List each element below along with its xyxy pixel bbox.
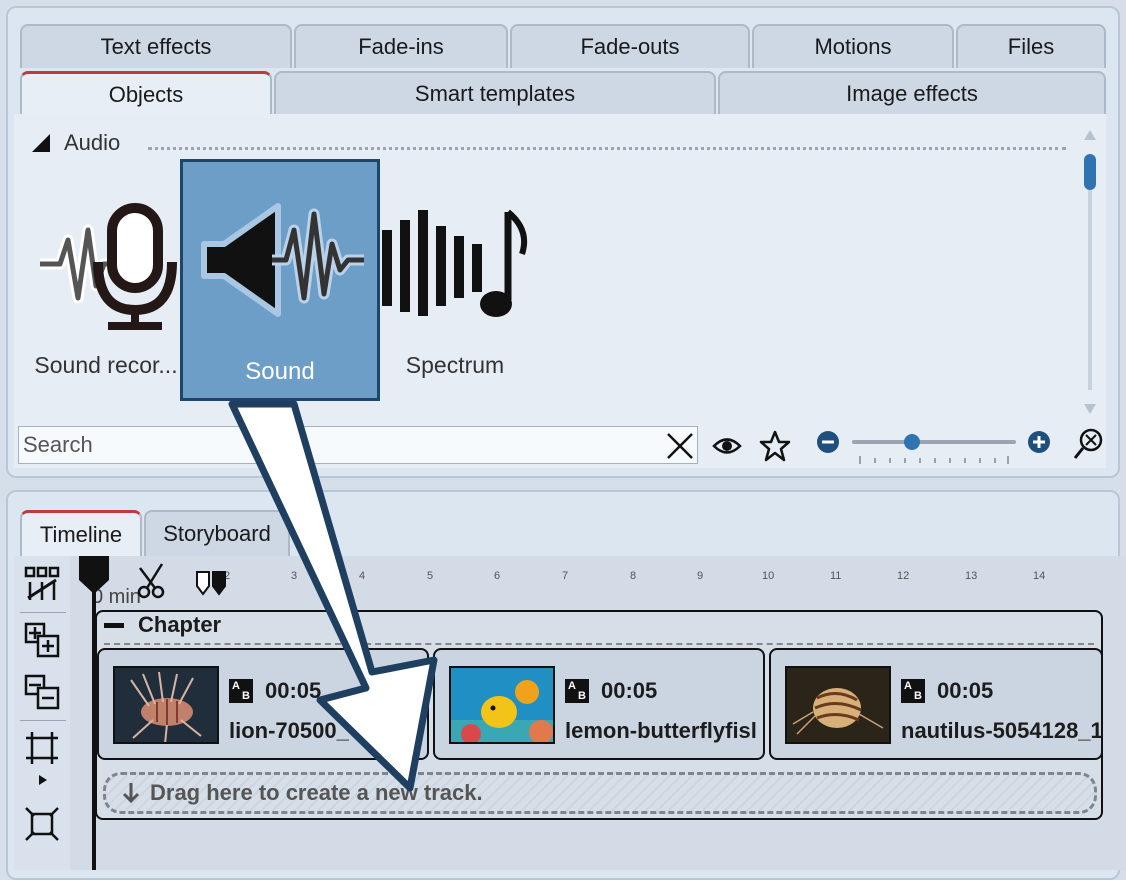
- zoom-in-icon[interactable]: [1027, 430, 1051, 454]
- tab-smart-templates[interactable]: Smart templates: [274, 71, 716, 115]
- tab-text-effects[interactable]: Text effects: [20, 24, 292, 68]
- time-ruler[interactable]: 2 3 4 5 6 7 8 9 10 11 12 13 14 0 min: [70, 556, 1126, 608]
- microphone-wave-icon: [40, 203, 177, 330]
- clip-thumbnail: [449, 666, 555, 744]
- clip-name: nautilus-5054128_1: [901, 718, 1103, 743]
- clip-name: lion-70500_: [229, 718, 349, 743]
- speaker-wave-icon: [201, 203, 364, 317]
- ruler-tick-label: 7: [562, 570, 569, 582]
- tab-fade-ins[interactable]: Fade-ins: [294, 24, 508, 68]
- tab-timeline[interactable]: Timeline: [20, 510, 142, 556]
- text-ab-icon: AB: [901, 679, 925, 703]
- clip-duration-text: 00:05: [265, 678, 322, 703]
- tab-storyboard[interactable]: Storyboard: [144, 510, 290, 556]
- crop-frame-icon[interactable]: [24, 730, 60, 766]
- clip-thumbnail: [113, 666, 219, 744]
- section-audio-header[interactable]: Audio: [32, 130, 120, 156]
- ruler-tick-label: 14: [1033, 570, 1046, 582]
- object-label: Sound: [245, 358, 315, 385]
- clip-duration: AB 00:05: [229, 678, 321, 704]
- ruler-tick-label: 8: [630, 570, 637, 582]
- chapter-divider: [104, 643, 1094, 645]
- fit-frame-icon[interactable]: [24, 806, 60, 842]
- clip-item[interactable]: AB 00:05 nautilus-5054128_1: [769, 648, 1103, 760]
- clip-item[interactable]: AB 00:05 lemon-butterflyfisl: [433, 648, 765, 760]
- text-ab-icon: AB: [229, 679, 253, 703]
- clip-item[interactable]: AB 00:05 lion-70500_: [97, 648, 429, 760]
- tab-motions[interactable]: Motions: [752, 24, 954, 68]
- clip-name: lemon-butterflyfisl: [565, 718, 757, 743]
- spectrum-icon: [382, 209, 528, 317]
- ruler-tick-label: 11: [830, 570, 842, 582]
- clip-duration-text: 00:05: [937, 678, 994, 703]
- ruler-tick-label: 4: [359, 570, 366, 582]
- ruler-tick-label: 13: [965, 570, 978, 582]
- chapter-title: Chapter: [138, 612, 222, 637]
- playhead-handle-icon[interactable]: [77, 556, 111, 596]
- star-icon[interactable]: [759, 430, 791, 462]
- search-input[interactable]: Search: [18, 426, 698, 464]
- toolbar-divider: [20, 720, 66, 721]
- clip-duration: AB 00:05: [565, 678, 657, 704]
- clip-thumbnail: [785, 666, 891, 744]
- text-ab-icon: AB: [565, 679, 589, 703]
- zoom-slider-thumb[interactable]: [904, 434, 920, 450]
- remove-track-icon[interactable]: [24, 674, 60, 710]
- marker-icon[interactable]: [195, 570, 227, 598]
- zoom-slider-track: [852, 440, 1016, 444]
- object-label: Sound recor...: [34, 352, 178, 378]
- ruler-tick-label: 6: [494, 570, 501, 582]
- new-track-drop-zone[interactable]: Drag here to create a new track.: [103, 772, 1097, 814]
- collapse-triangle-icon[interactable]: [32, 134, 50, 152]
- tab-fade-outs[interactable]: Fade-outs: [510, 24, 750, 68]
- tab-image-effects[interactable]: Image effects: [718, 71, 1106, 115]
- tab-objects[interactable]: Objects: [20, 71, 272, 115]
- add-track-icon[interactable]: [24, 622, 60, 658]
- zoom-out-icon[interactable]: [816, 430, 840, 454]
- eye-icon[interactable]: [712, 435, 742, 457]
- zoom-slider-ticks: [859, 456, 1009, 464]
- clip-duration-text: 00:05: [601, 678, 658, 703]
- zoom-slider[interactable]: [852, 430, 1016, 466]
- object-sound-recording[interactable]: Sound recor...: [28, 200, 184, 380]
- zoom-fit-icon[interactable]: [1073, 428, 1103, 460]
- ruler-tick-label: 10: [762, 570, 775, 582]
- ruler-tick-label: 5: [427, 570, 434, 582]
- section-title: Audio: [64, 130, 121, 155]
- expand-arrow-icon[interactable]: [38, 774, 48, 786]
- clip-duration: AB 00:05: [901, 678, 993, 704]
- object-spectrum[interactable]: Spectrum: [380, 200, 530, 380]
- clear-search-icon[interactable]: [665, 431, 695, 461]
- section-divider: [148, 147, 1066, 150]
- drop-zone-text: Drag here to create a new track.: [150, 780, 483, 805]
- scissors-icon[interactable]: [136, 562, 168, 600]
- ruler-tick-label: 9: [697, 570, 704, 582]
- collapse-minus-icon[interactable]: [104, 622, 124, 628]
- objects-scrollbar[interactable]: [1082, 128, 1098, 414]
- object-label: Spectrum: [405, 352, 505, 378]
- split-tracks-icon[interactable]: [24, 566, 60, 602]
- chapter-header[interactable]: Chapter: [104, 612, 221, 638]
- ruler-tick-label: 3: [291, 570, 298, 582]
- object-sound[interactable]: Sound: [182, 200, 378, 390]
- tab-files[interactable]: Files: [956, 24, 1106, 68]
- toolbar-divider: [20, 612, 66, 613]
- ruler-tick-label: 12: [897, 570, 910, 582]
- down-arrow-icon: [122, 783, 140, 804]
- search-placeholder: Search: [23, 432, 93, 457]
